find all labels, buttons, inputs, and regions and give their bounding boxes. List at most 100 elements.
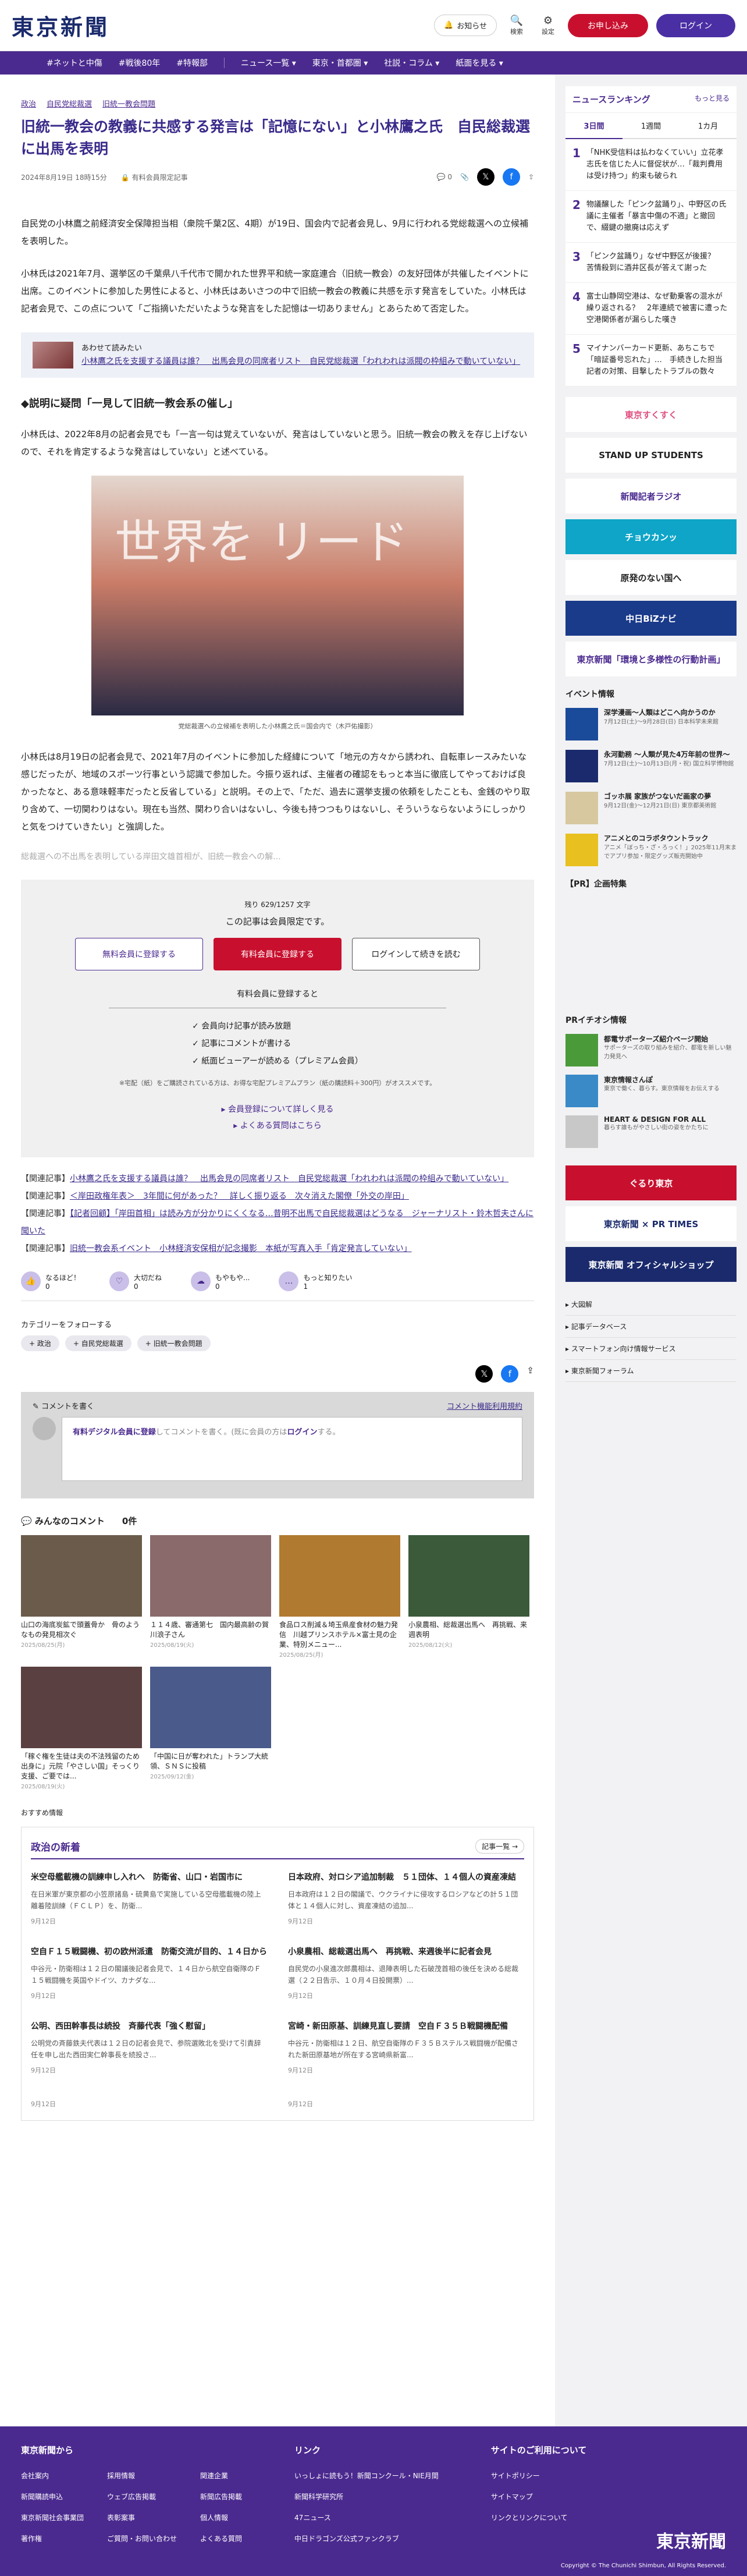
event-item[interactable]: 深学漫画〜人類はどこへ向かうのか 7月12日(土)〜9月28日(日) 日本科学未来… <box>565 708 737 740</box>
pr-item[interactable]: 都電サポーターズ紹介ページ開始 サポーターズの取り組みを紹介、都電を新しい魅力発見… <box>565 1034 737 1066</box>
card-image[interactable] <box>150 1535 271 1617</box>
tab-1week[interactable]: 1週間 <box>622 113 680 139</box>
footer-link[interactable]: サイトマップ <box>491 2486 587 2507</box>
nav-item[interactable]: ニュース一覧 ▾ <box>241 57 296 69</box>
promo-banner[interactable]: チョウカンッ <box>565 519 737 554</box>
faq-link[interactable]: ▸ よくある質問はこちら <box>21 1118 534 1134</box>
footer-link[interactable]: 表彰案事 <box>107 2507 177 2528</box>
promo-banner[interactable]: STAND UP STUDENTS <box>565 438 737 473</box>
related-link[interactable]: 旧統一教会系イベント 小林経済安保相が記念撮影 本紙が写真入手「肯定発言していな… <box>70 1244 412 1253</box>
sidebar-link[interactable]: ▸ 大図解 <box>565 1294 737 1316</box>
nav-item[interactable]: #ネットと中傷 <box>47 57 102 69</box>
event-item[interactable]: 永河勤務 〜人類が見た4万年前の世界〜 7月12日(土)〜10月13日(月・祝) … <box>565 750 737 782</box>
category-tag[interactable]: + 自民党総裁選 <box>65 1335 131 1351</box>
x-share-icon[interactable]: 𝕏 <box>476 168 495 186</box>
related-box-link[interactable]: 小林鷹之氏を支援する議員は誰？ 出馬会見の同席者リスト 自民党総裁選「われわれは… <box>81 357 520 366</box>
event-item[interactable]: アニメとのコラボタウントラック アニメ「ぼっち・ざ・ろっく！」2025年11月末ま… <box>565 834 737 866</box>
politics-item[interactable]: 宮崎・新田原基、訓練見直し要請 空自Ｆ３５Ｂ戦闘機配備 中谷元・防衛相は１２日、航… <box>288 2020 524 2075</box>
ranking-item[interactable]: 2 物議醸した「ピンク盆踊り」、中野区の氏議に主催者「暴言中傷の不適」と撤回で、綴… <box>565 191 737 243</box>
nav-item[interactable]: 社説・コラム ▾ <box>384 57 439 69</box>
footer-link[interactable]: 採用情報 <box>107 2465 177 2486</box>
photo-card[interactable]: １１４歳、審通第七 国内最高齢の賀川浪子さん 2025/08/19(火) <box>150 1535 271 1659</box>
settings-button[interactable]: ⚙ 設定 <box>536 15 560 36</box>
x-share-icon[interactable]: 𝕏 <box>475 1365 493 1383</box>
paid-register-button[interactable]: 有料会員に登録する <box>214 938 342 970</box>
nav-item[interactable]: #戦後80年 <box>119 57 161 69</box>
membership-info-link[interactable]: ▸ 会員登録について詳しく見る <box>21 1101 534 1118</box>
politics-item[interactable]: 小泉農相、総裁選出馬へ 再挑戦、来週後半に記者会見 自民党の小泉進次郎農相は、退陣… <box>288 1946 524 2000</box>
footer-link[interactable]: 著作権 <box>21 2528 84 2549</box>
promo-banner[interactable]: ぐるり東京 <box>565 1165 737 1200</box>
footer-link[interactable]: よくある質問 <box>200 2528 242 2549</box>
promo-banner[interactable]: 新聞記者ラジオ <box>565 479 737 513</box>
footer-link[interactable]: 会社案内 <box>21 2465 84 2486</box>
subscribe-button[interactable]: お申し込み <box>568 13 648 37</box>
ranking-item[interactable]: 5 マイナンバーカード更新、あちこちで「暗証番号忘れた」… 手続きした担当記者の対… <box>565 335 737 387</box>
card-image[interactable] <box>279 1535 400 1617</box>
sidebar-link[interactable]: ▸ 記事データベース <box>565 1316 737 1338</box>
promo-banner[interactable]: 東京すくすく <box>565 397 737 432</box>
footer-link[interactable]: ウェブ広告掲載 <box>107 2486 177 2507</box>
promo-banner[interactable]: 原発のない国へ <box>565 560 737 595</box>
comment-rules-link[interactable]: コメント機能利用規約 <box>447 1400 522 1411</box>
politics-item[interactable]: 空自Ｆ１５戦闘機、初の欧州派遣 防衛交流が目的、１４日から 中谷元・防衛相は１２日… <box>31 1946 267 2000</box>
politics-item[interactable]: 9月12日 <box>31 2095 267 2109</box>
login-button[interactable]: ログイン <box>656 13 735 37</box>
footer-link[interactable]: 新聞科学研究所 <box>294 2486 439 2507</box>
related-link[interactable]: ＜岸田政権年表＞ 3年間に何があった？ 詳しく振り返る 次々消えた閣僚「外交の岸… <box>70 1192 409 1201</box>
footer-link[interactable]: 新聞広告掲載 <box>200 2486 242 2507</box>
related-thumbnail[interactable] <box>33 342 73 368</box>
footer-link[interactable]: 関連企業 <box>200 2465 242 2486</box>
footer-link[interactable]: 中日ドラゴンズ公式ファンクラブ <box>294 2528 439 2549</box>
photo-card[interactable]: 「中国に日が奪われた」トランプ大統領、ＳＮＳに投稿 2025/09/12(金) <box>150 1667 271 1790</box>
card-image[interactable] <box>150 1667 271 1748</box>
ranking-item[interactable]: 1 「NHK受信料は払わなくていい」立花孝志氏を信じた人に督促状が…「裁判費用は受… <box>565 139 737 191</box>
pr-item[interactable]: 東京情報さんぽ 東京で働く、暮らす。東京情報をお伝えする <box>565 1075 737 1107</box>
tab-3days[interactable]: 3日間 <box>565 113 622 139</box>
footer-logo[interactable]: 東京新聞 <box>656 2527 726 2553</box>
nav-item[interactable]: #特報部 <box>176 57 208 69</box>
card-image[interactable] <box>408 1535 529 1617</box>
comment-input[interactable]: 有料デジタル会員に登録してコメントを書く。(既に会員の方はログインする。 <box>62 1417 522 1481</box>
ranking-item[interactable]: 4 富士山静岡空港は、なぜ動乗客の混水が繰り返される？ 2年連続で被害に遭った空港… <box>565 283 737 335</box>
footer-link[interactable]: 個人情報 <box>200 2507 242 2528</box>
card-image[interactable] <box>21 1667 142 1748</box>
footer-link[interactable]: ご質問・お問い合わせ <box>107 2528 177 2549</box>
notice-button[interactable]: 🔔 お知らせ <box>434 15 497 36</box>
politics-item[interactable]: 日本政府、対ロシア追加制裁 ５１団体、１４個人の資産凍結 日本政府は１２日の閣議で… <box>288 1871 524 1926</box>
free-register-button[interactable]: 無料会員に登録する <box>75 938 203 970</box>
photo-card[interactable]: 「稼ぐ権を生徒は夫の不法残留のため出身に」元院「やさしい国」そっくり支援、ご要で… <box>21 1667 142 1790</box>
sidebar-link[interactable]: ▸ スマートフォン向け情報サービス <box>565 1338 737 1360</box>
login-continue-button[interactable]: ログインして続きを読む <box>352 938 480 970</box>
promo-banner[interactable]: 中日BiZナビ <box>565 601 737 636</box>
card-image[interactable] <box>21 1535 142 1617</box>
photo-card[interactable]: 食品ロス削減＆埼玉県産食材の魅力発信 川越プリンスホテル×富士見の企業、特別メニ… <box>279 1535 400 1659</box>
politics-item[interactable]: 米空母艦載機の訓練申し入れへ 防衛省、山口・岩国市に 在日米軍が東京都の小笠原諸島… <box>31 1871 267 1926</box>
clip-icon[interactable]: 📎 <box>460 173 469 181</box>
export-icon[interactable]: ⇪ <box>528 173 534 181</box>
nav-item[interactable]: 紙面を見る ▾ <box>456 57 503 69</box>
category-tag[interactable]: + 旧統一教会問題 <box>137 1335 211 1351</box>
promo-banner[interactable]: 東京新聞 オフィシャルショップ <box>565 1247 737 1282</box>
related-link[interactable]: 【記者回顧】「岸田首相」は読み方が分かりにくくなる…昔明不出馬で自民総裁選はどう… <box>21 1209 533 1236</box>
breadcrumb-item[interactable]: 旧統一教会問題 <box>102 98 155 109</box>
export-icon[interactable]: ⇪ <box>527 1365 534 1383</box>
pr-item[interactable]: HEART & DESIGN FOR ALL 暮らす誰もがやさしい街の姿をかたちに <box>565 1115 737 1148</box>
tab-1month[interactable]: 1カ月 <box>680 113 737 139</box>
footer-link[interactable]: サイトポリシー <box>491 2465 587 2486</box>
reaction-button[interactable]: ☁ もやもや... 0 <box>191 1271 250 1291</box>
reaction-button[interactable]: ♡ 大切だね 0 <box>109 1271 162 1291</box>
category-tag[interactable]: + 政治 <box>21 1335 59 1351</box>
footer-link[interactable]: 47ニュース <box>294 2507 439 2528</box>
facebook-share-icon[interactable]: f <box>501 1365 519 1383</box>
footer-link[interactable]: 東京新聞社会事業団 <box>21 2507 84 2528</box>
photo-card[interactable]: 小泉農相、総裁選出馬へ 再挑戦、来週表明 2025/08/12(火) <box>408 1535 529 1659</box>
footer-link[interactable]: リンクとリンクについて <box>491 2507 587 2528</box>
related-link[interactable]: 小林鷹之氏を支援する議員は誰？ 出馬会見の同席者リスト 自民党総裁選「われわれは… <box>70 1174 508 1184</box>
promo-banner[interactable]: 東京新聞 × PR TIMES <box>565 1206 737 1241</box>
politics-item[interactable]: 公明、西田幹事長は続投 斉藤代表「強く慰留」 公明党の斉藤鉄夫代表は１２日の記者会… <box>31 2020 267 2075</box>
reaction-button[interactable]: 👍 なるほど！ 0 <box>21 1271 80 1291</box>
footer-link[interactable]: 新聞購読申込 <box>21 2486 84 2507</box>
site-logo[interactable]: 東京新聞 <box>12 9 109 41</box>
ranking-item[interactable]: 3 「ピンク盆踊り」なぜ中野区が後援？ 苦情殺到に酒井区長が答えて謝った <box>565 243 737 283</box>
